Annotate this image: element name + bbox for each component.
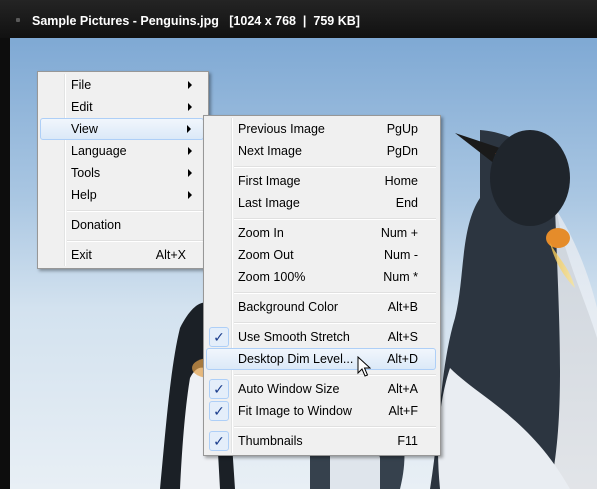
menu-item-label: Language [71,144,127,158]
menu-item-shortcut: Alt+D [387,352,418,366]
menu-item-edit[interactable]: Edit [40,96,204,118]
menu-item-shortcut: F11 [397,434,418,448]
menu-item-first-image[interactable]: First Image Home [206,170,436,192]
menu-item-donation[interactable]: Donation [40,214,204,236]
menu-item-label: Exit [71,248,92,262]
menu-item-shortcut: Num + [380,226,418,240]
menu-item-label: Use Smooth Stretch [238,330,350,344]
context-menu: File Edit View Language Tools Help Donat… [37,71,209,269]
menu-item-help[interactable]: Help [40,184,204,206]
menu-item-label: Previous Image [238,122,325,136]
menu-item-zoom-in[interactable]: Zoom In Num + [206,222,436,244]
menu-item-exit[interactable]: Exit Alt+X [40,244,204,266]
menu-item-label: Fit Image to Window [238,404,352,418]
menu-item-label: Desktop Dim Level... [238,352,354,366]
menu-item-shortcut: Alt+A [387,382,418,396]
menu-item-shortcut: Alt+B [387,300,418,314]
menu-separator [234,426,436,428]
title-bar: Sample Pictures - Penguins.jpg [1024 x 7… [0,0,597,38]
menu-separator [67,210,204,212]
menu-item-shortcut: Alt+X [155,248,186,262]
check-icon: ✓ [209,327,229,347]
menu-item-shortcut: Num - [383,248,418,262]
menu-item-thumbnails[interactable]: ✓ Thumbnails F11 [206,430,436,452]
menu-separator [234,322,436,324]
mouse-pointer-icon [357,356,371,377]
menu-item-label: First Image [238,174,301,188]
menu-separator [234,218,436,220]
chevron-right-icon [188,103,192,111]
menu-item-label: Zoom Out [238,248,294,262]
menu-item-previous-image[interactable]: Previous Image PgUp [206,118,436,140]
menu-item-label: Zoom 100% [238,270,306,284]
window-title: Sample Pictures - Penguins.jpg [1024 x 7… [32,14,360,28]
menu-item-desktop-dim-level[interactable]: Desktop Dim Level... Alt+D [206,348,436,370]
menu-item-last-image[interactable]: Last Image End [206,192,436,214]
menu-separator [234,292,436,294]
menu-item-label: Thumbnails [238,434,303,448]
chevron-right-icon [188,147,192,155]
menu-item-label: File [71,78,92,92]
check-icon: ✓ [209,401,229,421]
menu-item-label: Tools [71,166,101,180]
chevron-right-icon [188,81,192,89]
menu-item-label: Donation [71,218,122,232]
menu-item-zoom-out[interactable]: Zoom Out Num - [206,244,436,266]
window-icon[interactable] [16,18,20,22]
check-icon: ✓ [209,431,229,451]
menu-item-shortcut: Alt+F [388,404,418,418]
menu-item-label: Last Image [238,196,300,210]
chevron-right-icon [188,191,192,199]
menu-item-shortcut: Alt+S [387,330,418,344]
menu-item-fit-image-to-window[interactable]: ✓ Fit Image to Window Alt+F [206,400,436,422]
chevron-right-icon [188,169,192,177]
menu-item-zoom-100[interactable]: Zoom 100% Num * [206,266,436,288]
menu-separator [67,240,204,242]
menu-item-shortcut: End [395,196,418,210]
menu-item-shortcut: Home [384,174,418,188]
menu-item-view[interactable]: View [40,118,204,140]
menu-item-file[interactable]: File [40,74,204,96]
menu-item-background-color[interactable]: Background Color Alt+B [206,296,436,318]
menu-item-next-image[interactable]: Next Image PgDn [206,140,436,162]
menu-item-tools[interactable]: Tools [40,162,204,184]
menu-separator [234,166,436,168]
menu-item-label: Help [71,188,97,202]
menu-item-label: Auto Window Size [238,382,340,396]
chevron-right-icon [187,125,191,133]
menu-item-auto-window-size[interactable]: ✓ Auto Window Size Alt+A [206,378,436,400]
view-submenu: Previous Image PgUp Next Image PgDn Firs… [203,115,441,456]
menu-item-label: Next Image [238,144,302,158]
menu-item-label: Edit [71,100,93,114]
menu-item-label: View [71,122,98,136]
menu-separator [234,374,436,376]
menu-item-shortcut: PgUp [386,122,418,136]
menu-item-shortcut: Num * [383,270,418,284]
menu-item-language[interactable]: Language [40,140,204,162]
menu-item-label: Zoom In [238,226,284,240]
check-icon: ✓ [209,379,229,399]
menu-item-shortcut: PgDn [386,144,418,158]
menu-item-label: Background Color [238,300,339,314]
menu-item-use-smooth-stretch[interactable]: ✓ Use Smooth Stretch Alt+S [206,326,436,348]
